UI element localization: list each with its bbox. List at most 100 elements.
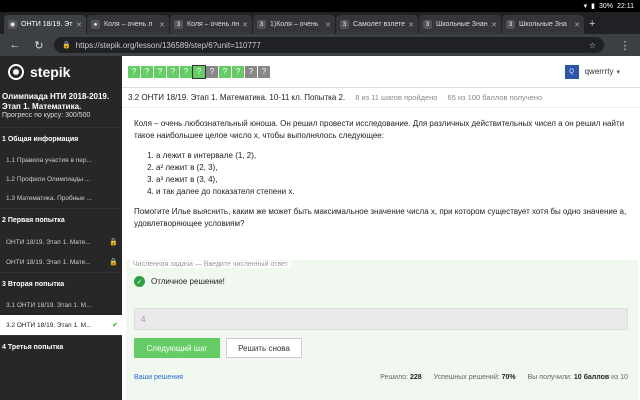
lesson-title: 3.2 ОНТИ 18/19. Этап 1. Математика. 10-1…	[128, 93, 346, 102]
star-icon[interactable]: ☆	[589, 41, 596, 50]
battery-icon: ▮	[591, 3, 595, 10]
back-icon[interactable]: ←	[6, 36, 24, 54]
condition-item: a² лежит в (2, 3),	[156, 162, 628, 174]
step-square[interactable]: ?	[128, 65, 140, 78]
course-title[interactable]: Олимпиада НТИ 2018-2019. Этап 1. Математ…	[0, 88, 122, 112]
lesson-bar: 3.2 ОНТИ 18/19. Этап 1. Математика. 10-1…	[122, 88, 640, 108]
step-square-current[interactable]: ?	[192, 64, 206, 79]
close-icon[interactable]: ✕	[408, 21, 414, 29]
clock: 22:11	[617, 2, 634, 10]
chevron-down-icon: ▾	[616, 68, 620, 76]
course-sidebar: Олимпиада НТИ 2018-2019. Этап 1. Математ…	[0, 88, 122, 400]
stepik-logo-icon	[8, 63, 24, 80]
sidebar-item[interactable]: 3.1 ОНТИ 18/19. Этап 1. М...	[0, 296, 122, 315]
sidebar-item[interactable]: ОНТИ 18/19. Этап 1. Мате... 🔒	[0, 252, 122, 272]
section-header[interactable]: 1 Общая информация	[0, 127, 122, 151]
new-tab-icon[interactable]: +	[589, 18, 595, 30]
tab-title: Самолет взлете	[353, 21, 406, 28]
browser-tab[interactable]: ◉ ОНТИ 18/19. Эт ✕	[4, 15, 86, 34]
step-navigator: ? ? ? ? ? ? ? ? ? ? ?	[128, 64, 271, 79]
sidebar-item[interactable]: 1.3 Математика. Пробные ...	[0, 189, 122, 208]
step-square[interactable]: ?	[232, 65, 244, 78]
close-icon[interactable]: ✕	[76, 21, 82, 29]
lesson-main: 3.2 ОНТИ 18/19. Этап 1. Математика. 10-1…	[122, 88, 640, 400]
section-header[interactable]: 3 Вторая попытка	[0, 272, 122, 296]
stepik-icon: ◉	[8, 20, 17, 29]
course-progress: Прогресс по курсу: 300/500	[2, 112, 91, 119]
check-circle-icon: ✓	[134, 276, 145, 287]
site-icon: 3	[174, 20, 183, 29]
menu-icon[interactable]: ⋮	[616, 36, 634, 54]
chrome-icon: ●	[91, 20, 100, 29]
step-square[interactable]: ?	[154, 65, 166, 78]
battery-level: 30%	[598, 2, 613, 10]
step-square[interactable]: ?	[245, 65, 257, 78]
browser-tab[interactable]: 3 1)Коля – очень ✕	[253, 15, 335, 34]
site-header: stepik ? ? ? ? ? ? ? ? ? ? ? Q qwerrrty …	[0, 55, 640, 88]
step-square[interactable]: ?	[206, 65, 218, 78]
sidebar-item-active[interactable]: 3.2 ОНТИ 18/19. Этап 1. М... ✔	[0, 315, 122, 335]
sidebar-item[interactable]: ОНТИ 18/19. Этап 1. Мате... 🔒	[0, 232, 122, 252]
tab-title: Школьные Знан	[436, 21, 488, 28]
site-icon: 3	[423, 20, 432, 29]
answer-type-label: Численная задача — Введите численный отв…	[130, 261, 291, 268]
answer-input[interactable]: 4	[134, 308, 628, 330]
reload-icon[interactable]: ↻	[30, 36, 48, 54]
tab-title: ОНТИ 18/19. Эт	[21, 21, 73, 28]
browser-tab[interactable]: 3 Школьные Знан ✕	[419, 15, 501, 34]
url-text: https://stepik.org/lesson/136589/step/6?…	[75, 40, 261, 50]
browser-tab-strip: ◉ ОНТИ 18/19. Эт ✕ ● Коля – очень л ✕ 3 …	[0, 12, 640, 34]
step-square[interactable]: ?	[180, 65, 192, 78]
conditions-list: a лежит в интервале (1, 2), a² лежит в (…	[156, 150, 628, 198]
condition-item: a³ лежит в (3, 4),	[156, 174, 628, 186]
avatar: Q	[564, 64, 579, 79]
problem-intro: Коля – очень любознательный юноша. Он ре…	[134, 119, 625, 140]
close-icon[interactable]: ✕	[491, 21, 497, 29]
sidebar-item-label: 3.1 ОНТИ 18/19. Этап 1. М...	[6, 302, 92, 309]
solve-again-button[interactable]: Решить снова	[226, 338, 302, 358]
close-icon[interactable]: ✕	[159, 21, 165, 29]
android-status-bar: ▾ ▮ 30% 22:11	[0, 0, 640, 12]
problem-statement: Коля – очень любознательный юноша. Он ре…	[122, 108, 640, 230]
step-square[interactable]: ?	[167, 65, 179, 78]
site-icon: 3	[340, 20, 349, 29]
sidebar-item-label: 1.1 Правила участия в пер...	[6, 157, 92, 164]
section-header[interactable]: 4 Третья попытка	[0, 335, 122, 359]
close-icon[interactable]: ✕	[325, 21, 331, 29]
result-text: Отличное решение!	[151, 277, 225, 286]
solution-stats: Решило: 228 Успешных решений: 70% Вы пол…	[380, 374, 628, 381]
stepik-logo[interactable]: stepik	[0, 55, 122, 88]
close-icon[interactable]: ✕	[242, 21, 248, 29]
sidebar-item[interactable]: 1.2 Профили Олимпиады ...	[0, 170, 122, 189]
your-solutions-link[interactable]: Ваши решения	[134, 374, 183, 381]
user-menu[interactable]: Q qwerrrty ▾	[564, 64, 640, 79]
browser-tab[interactable]: 3 Школьные Зна ✕	[502, 15, 584, 34]
steps-done: 8 из 11 шагов пройдено	[355, 93, 438, 102]
browser-tab[interactable]: ● Коля – очень л ✕	[87, 15, 169, 34]
tab-title: Коля – очень л	[104, 21, 153, 28]
sidebar-item-label: 1.3 Математика. Пробные ...	[6, 195, 92, 202]
step-square[interactable]: ?	[258, 65, 270, 78]
site-icon: 3	[506, 20, 515, 29]
sidebar-item-label: ОНТИ 18/19. Этап 1. Мате...	[6, 258, 91, 266]
success-stat: Успешных решений: 70%	[433, 374, 516, 381]
browser-toolbar: ← ↻ 🔒 https://stepik.org/lesson/136589/s…	[0, 34, 640, 56]
step-square[interactable]: ?	[219, 65, 231, 78]
section-header[interactable]: 2 Первая попытка	[0, 208, 122, 232]
sidebar-item[interactable]: 1.1 Правила участия в пер...	[0, 151, 122, 170]
lock-icon: 🔒	[109, 239, 118, 246]
sidebar-item-label: 3.2 ОНТИ 18/19. Этап 1. М...	[6, 321, 92, 329]
next-step-button[interactable]: Следующий шаг	[134, 338, 220, 358]
condition-item: a лежит в интервале (1, 2),	[156, 150, 628, 162]
browser-tab[interactable]: 3 Самолет взлете ✕	[336, 15, 418, 34]
browser-tab[interactable]: 3 Коля – очень лн ✕	[170, 15, 252, 34]
sidebar-item-label: 1.2 Профили Олимпиады ...	[6, 176, 91, 183]
step-square[interactable]: ?	[141, 65, 153, 78]
tab-title: Коля – очень лн	[187, 21, 240, 28]
close-icon[interactable]: ✕	[574, 21, 580, 29]
problem-question: Помогите Илье выяснить, каким же может б…	[134, 207, 627, 228]
username: qwerrrty	[584, 67, 614, 76]
address-bar[interactable]: 🔒 https://stepik.org/lesson/136589/step/…	[54, 37, 604, 53]
tab-title: 1)Коля – очень	[270, 21, 319, 28]
lock-icon: 🔒	[62, 42, 71, 49]
